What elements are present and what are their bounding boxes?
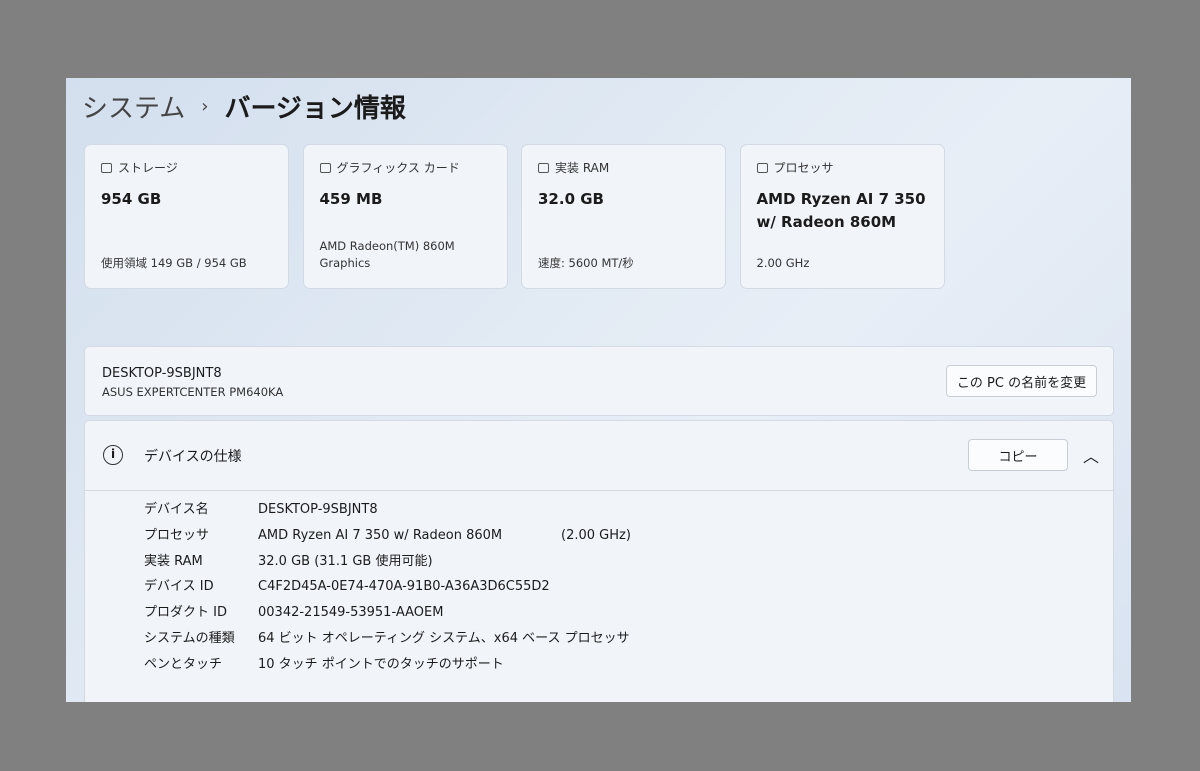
card-value: 459 MB	[319, 190, 383, 208]
spec-value: 32.0 GB (31.1 GB 使用可能)	[258, 553, 433, 569]
card-subtext: AMD Radeon(TM) 860M Graphics	[319, 239, 455, 270]
card-subtext: 2.00 GHz	[756, 256, 810, 270]
copy-button[interactable]: コピー	[968, 439, 1068, 471]
spec-label: プロセッサ	[144, 527, 210, 543]
storage-icon	[101, 162, 112, 173]
device-specs-header[interactable]: i デバイスの仕様 コピー ︿	[85, 421, 1113, 491]
spec-label: プロダクト ID	[144, 605, 227, 621]
spec-row: プロセッサ AMD Ryzen AI 7 350 w/ Radeon 860M (2…	[144, 523, 1113, 549]
card-title: ストレージ	[118, 161, 178, 175]
graphics-card-icon	[319, 162, 331, 173]
card-storage: ストレージ 954 GB 使用領域 149 GB / 954 GB	[84, 144, 289, 289]
card-graphics-card: グラフィックス カード 459 MB AMD Radeon(TM) 860M G…	[302, 144, 508, 289]
spec-row: デバイス ID C4F2D45A-0E74-470A-91B0-A36A3D6C5…	[144, 574, 1113, 600]
chevron-right-icon: ›	[201, 96, 209, 117]
spec-row: 実装 RAM 32.0 GB (31.1 GB 使用可能)	[144, 549, 1113, 575]
spec-row: プロダクト ID 00342-21549-53951-AAOEM	[144, 600, 1113, 626]
breadcrumb-system[interactable]: システム	[82, 88, 185, 125]
spec-row: ペンとタッチ 10 タッチ ポイントでのタッチのサポート	[144, 652, 1113, 678]
rename-pc-button[interactable]: この PC の名前を変更	[946, 365, 1097, 397]
spec-value: 00342-21549-53951-AAOEM	[258, 605, 444, 621]
ram-icon	[538, 162, 549, 173]
processor-icon	[756, 162, 768, 173]
info-icon: i	[103, 445, 123, 465]
pc-name-panel: DESKTOP-9SBJNT8 ASUS EXPERTCENTER PM640K…	[84, 346, 1114, 416]
spec-label: デバイス ID	[144, 579, 214, 595]
spec-value: 10 タッチ ポイントでのタッチのサポート	[258, 656, 504, 672]
spec-row: システムの種類 64 ビット オペレーティング システム、x64 ベース プロセッ…	[144, 626, 1113, 652]
spec-row: デバイス名 DESKTOP-9SBJNT8	[144, 497, 1113, 523]
spec-value: 64 ビット オペレーティング システム、x64 ベース プロセッサ	[258, 630, 630, 646]
breadcrumb: システム › バージョン情報	[82, 88, 406, 125]
spec-label: 実装 RAM	[144, 553, 203, 569]
card-title: プロセッサ	[773, 161, 834, 175]
settings-window: システム › バージョン情報 ストレージ 954 GB 使用領域 149 GB …	[66, 78, 1131, 702]
spec-value: DESKTOP-9SBJNT8	[258, 502, 378, 517]
card-title: 実装 RAM	[555, 161, 610, 175]
spec-label: デバイス名	[144, 502, 209, 517]
spec-extra: (2.00 GHz)	[561, 527, 631, 543]
device-specs-title: デバイスの仕様	[144, 449, 242, 465]
chevron-up-icon[interactable]: ︿	[1081, 443, 1101, 467]
card-value: 954 GB	[101, 190, 162, 208]
card-subtext: 使用領域 149 GB / 954 GB	[101, 256, 247, 270]
spec-value: C4F2D45A-0E74-470A-91B0-A36A3D6C55D2	[258, 579, 550, 595]
pc-model: ASUS EXPERTCENTER PM640KA	[102, 385, 284, 399]
card-processor: プロセッサ AMD Ryzen AI 7 350 w/ Radeon 860M …	[739, 144, 945, 289]
spec-value: AMD Ryzen AI 7 350 w/ Radeon 860M	[258, 527, 503, 543]
pc-name: DESKTOP-9SBJNT8	[102, 366, 222, 381]
card-title: グラフィックス カード	[336, 161, 460, 175]
page-title: バージョン情報	[224, 94, 406, 124]
card-ram: 実装 RAM 32.0 GB 速度: 5600 MT/秒	[521, 144, 726, 289]
spec-label: ペンとタッチ	[144, 656, 223, 672]
card-subtext: 速度: 5600 MT/秒	[538, 256, 634, 270]
card-value: 32.0 GB	[538, 190, 604, 208]
spec-label: システムの種類	[144, 630, 235, 646]
card-value: AMD Ryzen AI 7 350 w/ Radeon 860M	[756, 190, 926, 231]
device-specs-panel: i デバイスの仕様 コピー ︿ デバイス名 DESKTOP-9SBJNT8 プロセッ…	[84, 420, 1114, 702]
